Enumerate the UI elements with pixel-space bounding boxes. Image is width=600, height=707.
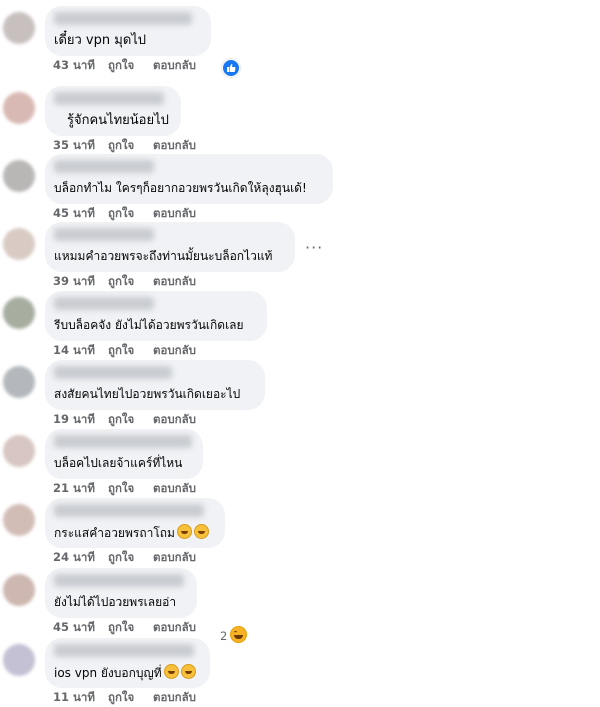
avatar[interactable] <box>3 92 35 124</box>
comment-time[interactable]: 45 นาที <box>53 620 95 634</box>
reply-link[interactable]: ตอบกลับ <box>153 620 196 634</box>
comment-time[interactable]: 45 นาที <box>53 206 95 220</box>
comment-item: ios vpn ยังบอกบุญที่ 11 นาที ถูกใจ ตอบกล… <box>0 638 600 707</box>
comment-text: กระแสคำอวยพรถาโถม <box>54 524 209 542</box>
blurred-author-name[interactable] <box>54 92 164 105</box>
comment-text: ios vpn ยังบอกบุญที่ <box>54 664 196 682</box>
blurred-author-name[interactable] <box>54 12 192 25</box>
like-link[interactable]: ถูกใจ <box>108 206 134 220</box>
comment-bubble: เดี๋ยว vpn มุดไป <box>45 6 211 56</box>
rofl-emoji-icon <box>193 524 209 539</box>
comment-time[interactable]: 21 นาที <box>53 481 95 495</box>
reply-link[interactable]: ตอบกลับ <box>153 274 196 288</box>
comment-item: รู้จักคนไทยน้อยไป 35 นาที ถูกใจ ตอบกลับ <box>0 86 600 155</box>
blurred-author-name[interactable] <box>54 435 192 448</box>
comment-bubble: ios vpn ยังบอกบุญที่ <box>45 638 210 688</box>
avatar[interactable] <box>3 504 35 536</box>
avatar[interactable] <box>3 366 35 398</box>
comment-bubble: บล็อคไปเลยจ้าแคร์ที่ไหน <box>45 429 203 479</box>
comment-text: บล็อกทำไม ใครๆก็อยากอวยพรวันเกิดให้ลุงฮุ… <box>54 181 307 195</box>
comment-bubble: สงสัยคนไทยไปอวยพรวันเกิดเยอะไป <box>45 360 265 410</box>
comment-item: แหมมคำอวยพรจะถึงท่านมั้ยนะบล็อกไวแท้ ···… <box>0 222 600 291</box>
comment-item: เดี๋ยว vpn มุดไป 43 นาที ถูกใจ ตอบกลับ <box>0 6 600 77</box>
reply-link[interactable]: ตอบกลับ <box>153 206 196 220</box>
comment-bubble: บล็อกทำไม ใครๆก็อยากอวยพรวันเกิดให้ลุงฮุ… <box>45 154 333 204</box>
like-link[interactable]: ถูกใจ <box>108 550 134 564</box>
reply-link[interactable]: ตอบกลับ <box>153 550 196 564</box>
more-options-icon[interactable]: ··· <box>305 238 323 257</box>
comment-text: เดี๋ยว vpn มุดไป <box>54 33 147 48</box>
rofl-emoji-icon <box>163 664 179 679</box>
reply-link[interactable]: ตอบกลับ <box>153 481 196 495</box>
reply-link[interactable]: ตอบกลับ <box>153 58 196 72</box>
like-link[interactable]: ถูกใจ <box>108 58 134 72</box>
comment-bubble: กระแสคำอวยพรถาโถม <box>45 498 225 548</box>
comment-item: สงสัยคนไทยไปอวยพรวันเกิดเยอะไป 19 นาที ถ… <box>0 360 600 429</box>
like-link[interactable]: ถูกใจ <box>108 690 134 704</box>
like-link[interactable]: ถูกใจ <box>108 481 134 495</box>
rofl-emoji-icon <box>176 524 192 539</box>
rofl-emoji-icon <box>180 664 196 679</box>
comment-time[interactable]: 35 นาที <box>53 138 95 152</box>
comment-item: ยังไม่ได้ไปอวยพรเลยอ่า 45 นาที ถูกใจ ตอบ… <box>0 568 600 637</box>
blurred-author-name[interactable] <box>54 297 154 310</box>
comment-text: รู้จักคนไทยน้อยไป <box>67 113 169 128</box>
comment-text: ยังไม่ได้ไปอวยพรเลยอ่า <box>54 595 177 609</box>
comment-time[interactable]: 24 นาที <box>53 550 95 564</box>
comment-text-content: กระแสคำอวยพรถาโถม <box>54 526 175 540</box>
comment-text: สงสัยคนไทยไปอวยพรวันเกิดเยอะไป <box>54 387 241 401</box>
like-reaction-icon[interactable] <box>222 59 240 77</box>
like-link[interactable]: ถูกใจ <box>108 138 134 152</box>
blurred-author-name[interactable] <box>54 228 154 241</box>
comment-time[interactable]: 14 นาที <box>53 343 95 357</box>
avatar[interactable] <box>3 160 35 192</box>
comment-bubble: รีบบล็อคจัง ยังไม่ได้อวยพรวันเกิดเลย <box>45 291 267 341</box>
blurred-author-name[interactable] <box>54 574 184 587</box>
blurred-author-name[interactable] <box>54 366 172 379</box>
like-link[interactable]: ถูกใจ <box>108 412 134 426</box>
comment-time[interactable]: 43 นาที <box>53 58 95 72</box>
comment-item: บล็อคไปเลยจ้าแคร์ที่ไหน 21 นาที ถูกใจ ตอ… <box>0 429 600 498</box>
like-link[interactable]: ถูกใจ <box>108 343 134 357</box>
like-link[interactable]: ถูกใจ <box>108 620 134 634</box>
reply-link[interactable]: ตอบกลับ <box>153 690 196 704</box>
avatar[interactable] <box>3 12 35 44</box>
comment-text: รีบบล็อคจัง ยังไม่ได้อวยพรวันเกิดเลย <box>54 318 244 332</box>
blurred-author-name[interactable] <box>54 160 154 173</box>
comment-item: กระแสคำอวยพรถาโถม 24 นาที ถูกใจ ตอบกลับ <box>0 498 600 567</box>
reply-link[interactable]: ตอบกลับ <box>153 343 196 357</box>
comment-bubble: ยังไม่ได้ไปอวยพรเลยอ่า <box>45 568 197 618</box>
like-link[interactable]: ถูกใจ <box>108 274 134 288</box>
reply-link[interactable]: ตอบกลับ <box>153 412 196 426</box>
comment-time[interactable]: 11 นาที <box>53 690 95 704</box>
avatar[interactable] <box>3 297 35 329</box>
avatar[interactable] <box>3 435 35 467</box>
comment-time[interactable]: 19 นาที <box>53 412 95 426</box>
blurred-author-name[interactable] <box>54 644 194 657</box>
avatar[interactable] <box>3 644 35 676</box>
comment-bubble: แหมมคำอวยพรจะถึงท่านมั้ยนะบล็อกไวแท้ <box>45 222 295 272</box>
comment-text-content: ios vpn ยังบอกบุญที่ <box>54 666 162 680</box>
avatar[interactable] <box>3 574 35 606</box>
comment-text: บล็อคไปเลยจ้าแคร์ที่ไหน <box>54 456 183 470</box>
comment-item: รีบบล็อคจัง ยังไม่ได้อวยพรวันเกิดเลย 14 … <box>0 291 600 360</box>
blurred-author-name[interactable] <box>54 504 204 517</box>
comment-bubble: รู้จักคนไทยน้อยไป <box>45 86 181 136</box>
comment-text: แหมมคำอวยพรจะถึงท่านมั้ยนะบล็อกไวแท้ <box>54 249 273 263</box>
avatar[interactable] <box>3 228 35 260</box>
comment-item: บล็อกทำไม ใครๆก็อยากอวยพรวันเกิดให้ลุงฮุ… <box>0 154 600 223</box>
reply-link[interactable]: ตอบกลับ <box>153 138 196 152</box>
comment-time[interactable]: 39 นาที <box>53 274 95 288</box>
